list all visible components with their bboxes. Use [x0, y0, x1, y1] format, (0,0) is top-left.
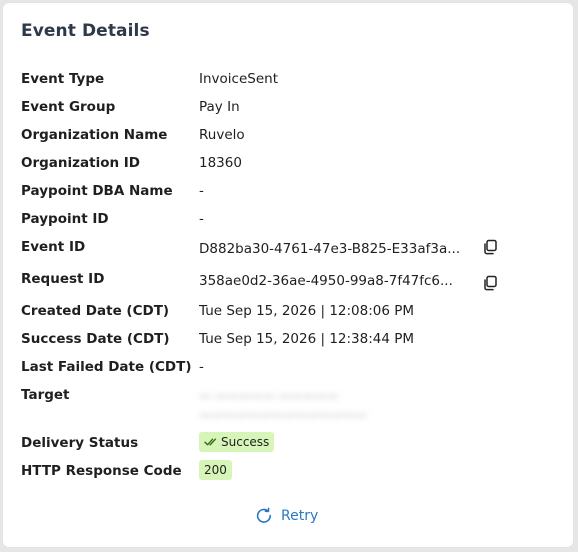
refresh-icon — [256, 507, 272, 523]
status-badge-label: Success — [221, 435, 270, 449]
field-value: 358ae0d2-36ae-4950-99a8-7f47fc6... — [199, 273, 453, 289]
field-value: Pay In — [199, 99, 240, 115]
field-paypoint-id: Paypoint ID - — [21, 211, 561, 239]
field-label: HTTP Response Code — [21, 463, 182, 479]
double-check-icon — [204, 438, 217, 446]
field-value: Tue Sep 15, 2026 | 12:08:06 PM — [199, 303, 415, 319]
field-organization-id: Organization ID 18360 — [21, 155, 561, 183]
field-organization-name: Organization Name Ruvelo — [21, 127, 561, 155]
field-request-id: Request ID 358ae0d2-36ae-4950-99a8-7f47f… — [21, 271, 561, 299]
field-event-type: Event Type InvoiceSent — [21, 71, 561, 99]
field-event-group: Event Group Pay In — [21, 99, 561, 127]
field-label: Success Date (CDT) — [21, 331, 170, 347]
field-value: Ruvelo — [199, 127, 245, 143]
field-label: Event Type — [21, 71, 105, 87]
field-created-date: Created Date (CDT) Tue Sep 15, 2026 | 12… — [21, 303, 561, 331]
field-label: Organization ID — [21, 155, 141, 171]
field-label: Target — [21, 387, 70, 403]
field-label: Event Group — [21, 99, 116, 115]
field-event-id: Event ID D882ba30-4761-47e3-B825-E33af3a… — [21, 239, 561, 267]
field-success-date: Success Date (CDT) Tue Sep 15, 2026 | 12… — [21, 331, 561, 359]
field-label: Event ID — [21, 239, 86, 255]
field-value: - — [199, 211, 204, 227]
field-label: Created Date (CDT) — [21, 303, 170, 319]
status-badge: Success — [199, 432, 275, 452]
field-value: Tue Sep 15, 2026 | 12:38:44 PM — [199, 331, 415, 347]
field-label: Request ID — [21, 271, 105, 287]
field-paypoint-dba-name: Paypoint DBA Name - — [21, 183, 561, 211]
panel-title: Event Details — [21, 21, 150, 41]
field-delivery-status: Delivery Status Success — [21, 432, 561, 463]
field-target: Target — ————— ————— —————————————— — [21, 387, 561, 427]
field-value: - — [199, 183, 204, 199]
target-url-redacted: — ————— ————— —————————————— — [199, 389, 367, 422]
field-label: Delivery Status — [21, 435, 139, 451]
field-value: - — [199, 359, 204, 375]
field-last-failed-date: Last Failed Date (CDT) - — [21, 359, 561, 387]
retry-label: Retry — [281, 508, 319, 524]
field-label: Last Failed Date (CDT) — [21, 359, 192, 375]
field-label: Paypoint ID — [21, 211, 109, 227]
copy-icon[interactable] — [481, 238, 499, 256]
event-details-card: Event Details Event Type InvoiceSent Eve… — [3, 3, 573, 547]
field-http-response-code: HTTP Response Code 200 — [21, 460, 561, 491]
copy-icon[interactable] — [481, 274, 499, 292]
http-code-badge: 200 — [199, 460, 232, 480]
field-label: Paypoint DBA Name — [21, 183, 173, 199]
retry-button[interactable]: Retry — [255, 507, 318, 525]
field-value: D882ba30-4761-47e3-B825-E33af3a... — [199, 241, 461, 257]
field-value: InvoiceSent — [199, 71, 278, 87]
field-label: Organization Name — [21, 127, 168, 143]
field-value: 18360 — [199, 155, 242, 171]
